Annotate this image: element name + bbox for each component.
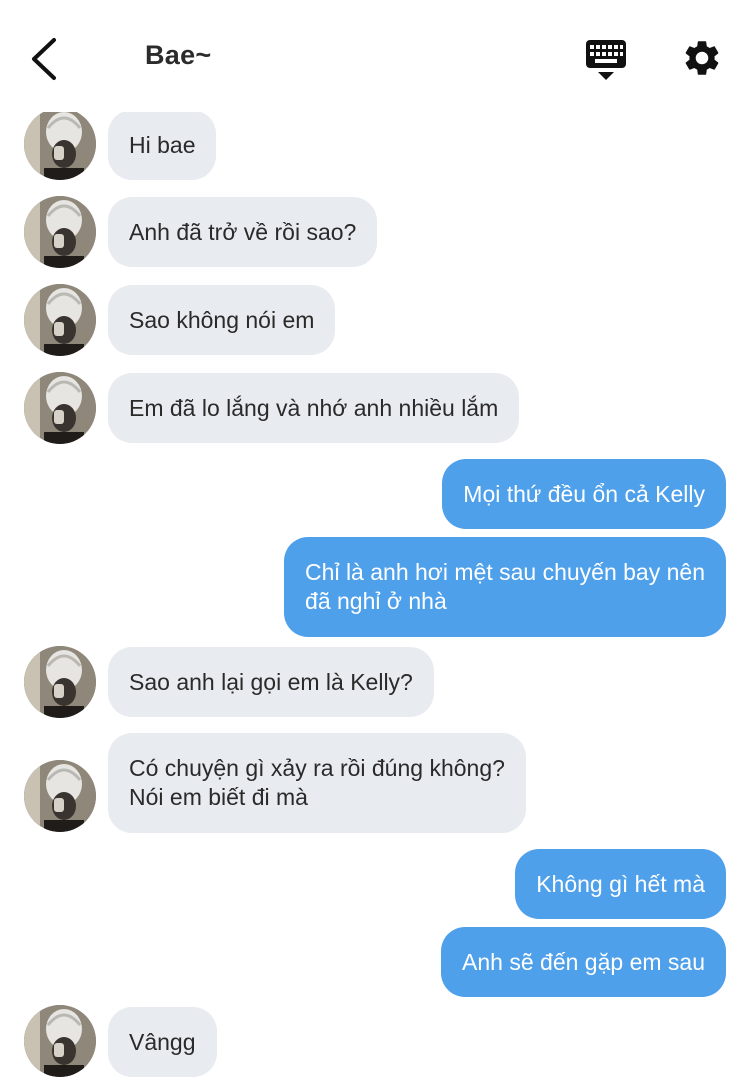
contact-avatar[interactable] bbox=[24, 372, 96, 444]
message-text: Anh sẽ đến gặp em sau bbox=[462, 948, 705, 975]
message-bubble-outgoing[interactable]: Anh sẽ đến gặp em sau bbox=[441, 927, 726, 997]
chat-title: Bae~ bbox=[145, 40, 212, 70]
message-bubble-incoming[interactable]: Có chuyện gì xảy ra rồi đúng không? Nói … bbox=[108, 733, 526, 833]
message-bubble-incoming[interactable]: Sao anh lại gọi em là Kelly? bbox=[108, 647, 434, 717]
avatar-photo bbox=[24, 372, 96, 444]
contact-avatar[interactable] bbox=[24, 284, 96, 356]
message-text: Có chuyện gì xảy ra rồi đúng không? Nói … bbox=[129, 755, 505, 810]
settings-button[interactable] bbox=[681, 37, 723, 79]
avatar-photo bbox=[24, 760, 96, 832]
contact-avatar[interactable] bbox=[24, 108, 96, 180]
avatar-photo bbox=[24, 108, 96, 180]
message-list[interactable]: Hi bae Anh đã trở về rồi sao? Sao không … bbox=[0, 0, 750, 1077]
message-bubble-outgoing[interactable]: Không gì hết mà bbox=[515, 849, 726, 919]
message-text: Sao anh lại gọi em là Kelly? bbox=[129, 668, 413, 695]
chat-header: Bae~ bbox=[0, 0, 750, 112]
message-bubble-incoming[interactable]: Em đã lo lắng và nhớ anh nhiều lắm bbox=[108, 373, 520, 443]
avatar-photo bbox=[24, 1005, 96, 1077]
gear-icon bbox=[685, 41, 719, 75]
message-text: Không gì hết mà bbox=[536, 870, 705, 897]
keyboard-button[interactable] bbox=[584, 38, 628, 82]
back-chevron-icon bbox=[32, 38, 56, 80]
message-bubble-incoming[interactable]: Sao không nói em bbox=[108, 285, 336, 355]
message-text: Em đã lo lắng và nhớ anh nhiều lắm bbox=[129, 394, 499, 421]
contact-avatar[interactable] bbox=[24, 196, 96, 268]
avatar-photo bbox=[24, 196, 96, 268]
avatar-photo bbox=[24, 284, 96, 356]
message-text: Sao không nói em bbox=[129, 306, 315, 333]
message-bubble-incoming[interactable]: Vângg bbox=[108, 1007, 217, 1077]
message-text: Hi bae bbox=[129, 131, 196, 158]
message-bubble-incoming[interactable]: Hi bae bbox=[108, 110, 217, 180]
message-bubble-outgoing[interactable]: Chỉ là anh hơi mệt sau chuyến bay nên đã… bbox=[284, 537, 726, 637]
message-text: Mọi thứ đều ổn cả Kelly bbox=[463, 480, 705, 507]
back-button[interactable] bbox=[26, 34, 66, 84]
message-text: Chỉ là anh hơi mệt sau chuyến bay nên đã… bbox=[305, 559, 705, 614]
keyboard-icon bbox=[586, 40, 626, 80]
avatar-photo bbox=[24, 646, 96, 718]
message-text: Vângg bbox=[129, 1028, 196, 1055]
message-bubble-incoming[interactable]: Anh đã trở về rồi sao? bbox=[108, 197, 378, 267]
message-bubble-outgoing[interactable]: Mọi thứ đều ổn cả Kelly bbox=[442, 459, 726, 529]
contact-avatar[interactable] bbox=[24, 646, 96, 718]
message-text: Anh đã trở về rồi sao? bbox=[129, 218, 357, 245]
contact-avatar[interactable] bbox=[24, 1005, 96, 1077]
contact-avatar[interactable] bbox=[24, 760, 96, 832]
